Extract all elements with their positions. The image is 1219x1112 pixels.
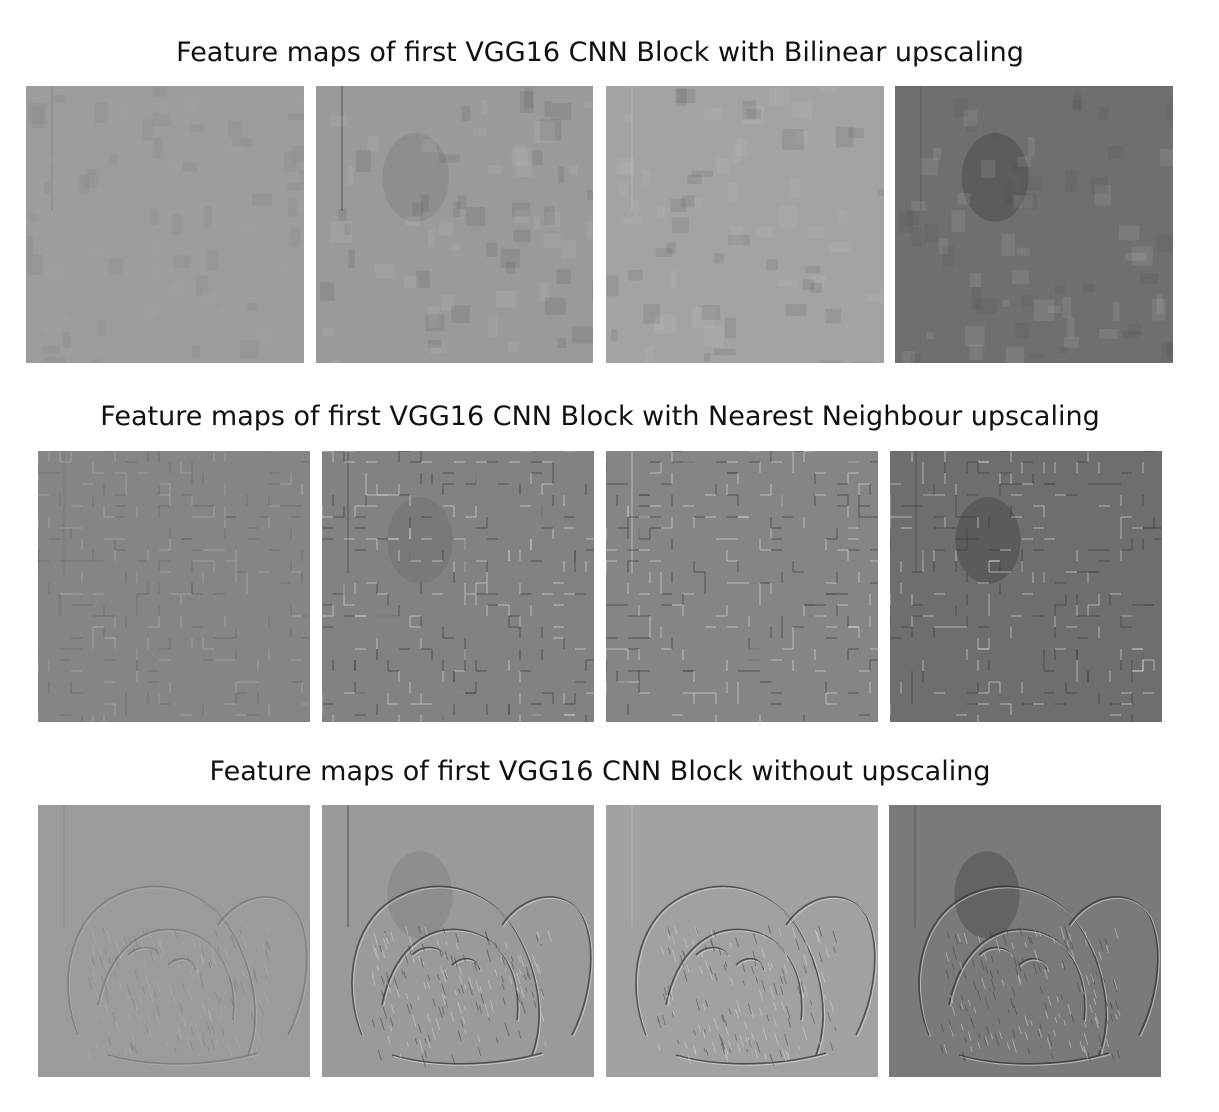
nearest-map-1: [38, 451, 310, 722]
row-title-nearest-neighbour: Feature maps of first VGG16 CNN Block wi…: [100, 401, 1100, 432]
row-title-without-upscaling: Feature maps of first VGG16 CNN Block wi…: [209, 756, 991, 787]
bilinear-map-3: [606, 86, 884, 363]
bilinear-map-2: [316, 86, 593, 363]
no-upscale-map-3: [606, 805, 878, 1077]
nearest-map-3: [606, 451, 878, 722]
nearest-map-4: [890, 451, 1162, 722]
nearest-map-2: [322, 451, 594, 722]
row-title-bilinear: Feature maps of first VGG16 CNN Block wi…: [176, 37, 1024, 68]
bilinear-map-1: [26, 86, 304, 363]
no-upscale-map-2: [322, 805, 594, 1077]
bilinear-map-4: [895, 86, 1173, 363]
no-upscale-map-1: [38, 805, 310, 1077]
no-upscale-map-4: [889, 805, 1161, 1077]
